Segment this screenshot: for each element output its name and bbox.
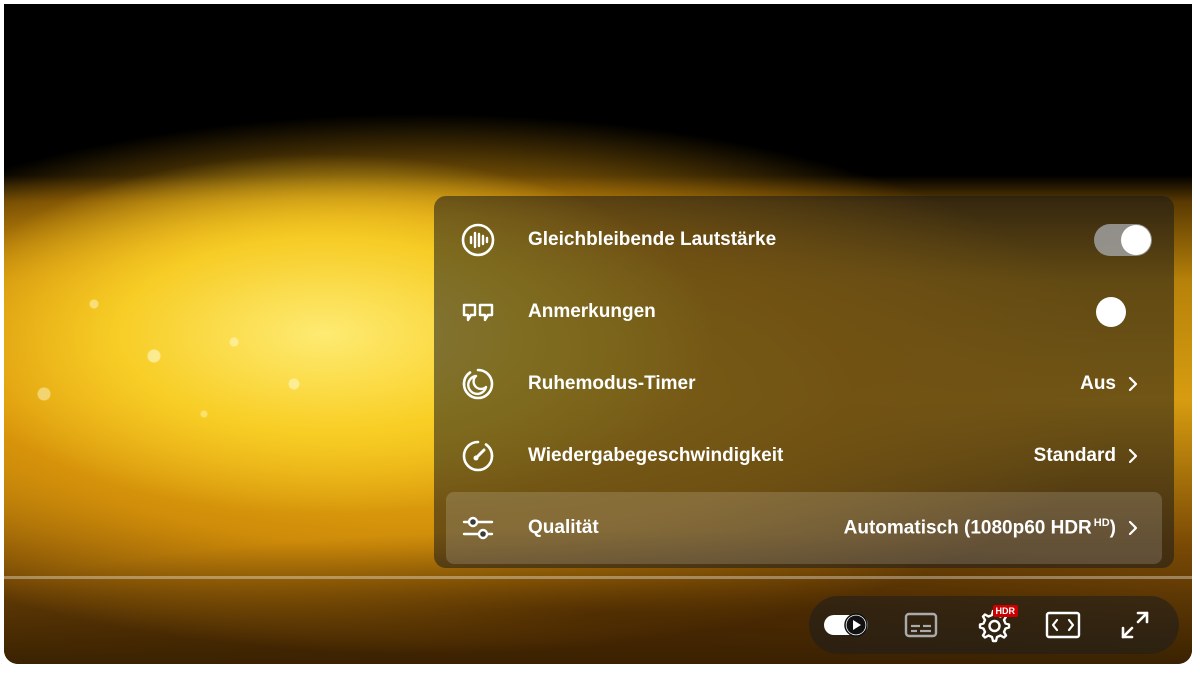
- subtitles-button[interactable]: [895, 602, 947, 648]
- chevron-right-icon: [1128, 448, 1138, 464]
- menu-item-label: Wiedergabegeschwindigkeit: [528, 445, 784, 466]
- quality-value-suffix: ): [1109, 517, 1116, 539]
- fullscreen-button[interactable]: [1109, 602, 1161, 648]
- annotations-toggle[interactable]: [1094, 296, 1152, 328]
- progress-bar[interactable]: [4, 576, 1192, 579]
- toggle-knob: [1121, 225, 1151, 255]
- menu-item-playback-speed[interactable]: Wiedergabegeschwindigkeit Standard: [446, 420, 1162, 492]
- toggle-knob: [1096, 297, 1126, 327]
- quality-value: Automatisch (1080p60 HDR HD): [844, 517, 1116, 539]
- playback-speed-icon: [460, 438, 496, 474]
- hdr-badge: HDR: [992, 605, 1018, 617]
- quality-value-text: Automatisch (1080p60 HDR: [843, 517, 1092, 539]
- player-controls: HDR: [809, 596, 1179, 654]
- menu-item-value: Aus: [1080, 373, 1116, 394]
- quality-hd-superscript: HD: [1093, 516, 1110, 529]
- menu-item-quality[interactable]: Qualität Automatisch (1080p60 HDR HD): [446, 492, 1162, 564]
- chevron-right-icon: [1128, 520, 1138, 536]
- menu-item-label: Gleichbleibende Lautstärke: [528, 229, 777, 250]
- autoplay-toggle[interactable]: [821, 602, 873, 648]
- menu-item-stable-volume[interactable]: Gleichbleibende Lautstärke: [446, 204, 1162, 276]
- settings-button[interactable]: HDR: [967, 602, 1019, 648]
- theater-mode-button[interactable]: [1037, 602, 1089, 648]
- stable-volume-icon: [460, 222, 496, 258]
- video-player[interactable]: Gleichbleibende Lautstärke Anmerkungen R…: [4, 4, 1192, 664]
- stable-volume-toggle[interactable]: [1094, 224, 1152, 256]
- theater-mode-icon: [1045, 611, 1081, 639]
- menu-item-label: Anmerkungen: [528, 301, 656, 322]
- annotations-icon: [460, 294, 496, 330]
- subtitles-icon: [904, 612, 938, 638]
- fullscreen-icon: [1121, 611, 1149, 639]
- sleep-timer-icon: [460, 366, 496, 402]
- quality-sliders-icon: [460, 510, 496, 546]
- settings-menu: Gleichbleibende Lautstärke Anmerkungen R…: [434, 196, 1174, 568]
- menu-item-value: Standard: [1033, 445, 1116, 466]
- autoplay-icon: [824, 613, 868, 637]
- menu-item-sleep-timer[interactable]: Ruhemodus-Timer Aus: [446, 348, 1162, 420]
- menu-item-label: Ruhemodus-Timer: [528, 373, 696, 394]
- chevron-right-icon: [1128, 376, 1138, 392]
- menu-item-label: Qualität: [528, 517, 599, 538]
- menu-item-annotations[interactable]: Anmerkungen: [446, 276, 1162, 348]
